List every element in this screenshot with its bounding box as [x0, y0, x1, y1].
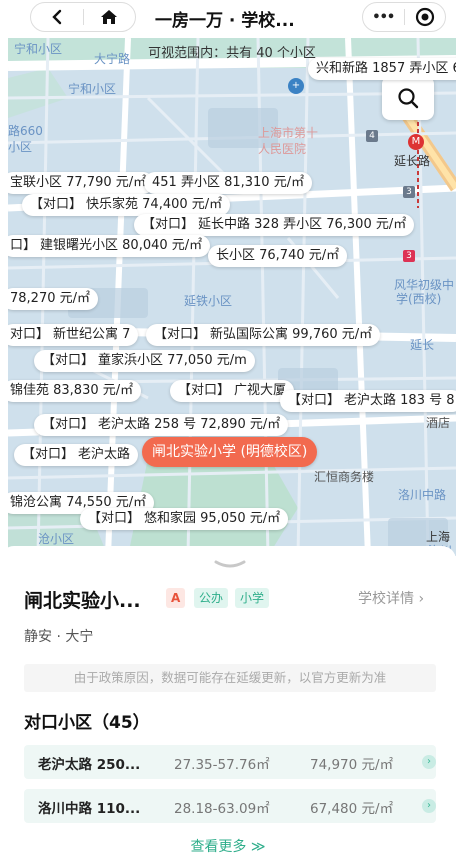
map-text: 酒店	[426, 416, 451, 430]
map-text: 汇恒商务楼	[314, 470, 375, 484]
home-icon	[101, 10, 118, 24]
target-icon	[415, 7, 434, 27]
hospital-icon: +	[288, 78, 304, 94]
close-miniapp-button[interactable]	[405, 3, 446, 31]
map-view[interactable]: 可视范围内：共有 40 个小区 宁和小区 大宁路 宁和小区 路660 小区 上海…	[8, 38, 456, 556]
grade-badge: A	[166, 588, 186, 608]
community-label[interactable]: 【对口】 新弘国际公寓 99,760 元/㎡	[146, 324, 381, 346]
community-label[interactable]: 【对口】 老沪太路 258 号 72,890 元/㎡	[34, 414, 289, 436]
map-text: 宁和小区	[68, 82, 117, 96]
community-label[interactable]: 长小区 76,740 元/㎡	[208, 245, 348, 267]
map-text: 宁和小区	[14, 42, 63, 56]
community-label[interactable]: 【对口】 延长中路 328 弄小区 76,300 元/㎡	[134, 214, 415, 236]
map-text: 延铁小区	[184, 294, 233, 308]
map-text: 学(西校)	[396, 292, 442, 306]
level-badge: 小学	[235, 588, 270, 608]
school-marker[interactable]: 闸北实验小学 (明德校区)	[142, 437, 318, 467]
type-badge: 公办	[194, 588, 229, 608]
community-label[interactable]: 78,270 元/㎡	[8, 288, 98, 310]
map-text: 大宁路	[94, 52, 131, 66]
school-detail-link[interactable]: 学校详情 ›	[358, 588, 424, 608]
chevron-right-icon: ›	[422, 799, 436, 813]
community-label[interactable]: 【对口】 老沪太路	[14, 444, 139, 466]
community-label[interactable]: 兴和新路 1857 弄小区 6	[308, 58, 456, 80]
map-text: 小区	[8, 140, 33, 154]
nav-bar: 一房一万 · 学校... •••	[0, 0, 456, 38]
community-price: 74,970 元/㎡	[310, 757, 394, 773]
more-button[interactable]: •••	[363, 3, 404, 31]
map-text: 上海市第十	[258, 126, 319, 140]
community-label[interactable]: 宝联小区 77,790 元/㎡	[8, 172, 155, 194]
community-name: 老沪太路 250...	[38, 757, 141, 773]
community-label[interactable]: 口】 建银曙光小区 80,040 元/㎡	[8, 235, 211, 257]
community-price: 67,480 元/㎡	[310, 801, 394, 817]
communities-title: 对口小区（45）	[24, 713, 150, 733]
community-label[interactable]: 【对口】 悠和家园 95,050 元/㎡	[80, 508, 289, 530]
community-row[interactable]: 洛川中路 110... 28.18-63.09㎡ 67,480 元/㎡ ›	[24, 789, 436, 823]
poi-badge: 4	[366, 130, 378, 142]
district-text: 静安 · 大宁	[24, 629, 94, 645]
nav-pill	[30, 2, 136, 32]
map-text: 洛川中路	[398, 488, 447, 502]
community-label[interactable]: 【对口】 快乐家苑 74,400 元/㎡	[22, 194, 231, 216]
poi-badge: 3	[403, 250, 415, 262]
community-name: 洛川中路 110...	[38, 801, 141, 817]
poi-badge: 3	[403, 186, 415, 198]
drag-handle-icon[interactable]	[214, 560, 246, 570]
community-row[interactable]: 老沪太路 250... 27.35-57.76㎡ 74,970 元/㎡ ›	[24, 745, 436, 779]
policy-notice: 由于政策原因，数据可能存在延缓更新，以官方更新为准	[24, 664, 436, 692]
map-text: 延长路	[394, 154, 431, 168]
metro-icon: M	[408, 134, 424, 150]
back-icon	[52, 9, 61, 25]
back-button[interactable]	[31, 3, 83, 31]
community-label[interactable]: 【对口】 广视大厦	[170, 380, 295, 402]
map-text: 沧小区	[38, 532, 75, 546]
community-label[interactable]: 【对口】 童家浜小区 77,050 元/m	[34, 350, 255, 372]
chevron-right-icon: ›	[422, 755, 436, 769]
home-button[interactable]	[84, 3, 136, 31]
miniapp-capsule: •••	[362, 2, 446, 32]
community-area: 28.18-63.09㎡	[174, 801, 270, 817]
search-icon	[398, 88, 419, 109]
map-search-button[interactable]	[382, 76, 434, 120]
map-text: 延长	[410, 338, 435, 352]
map-text: 路660	[8, 124, 43, 138]
page-title: 一房一万 · 学校...	[155, 11, 295, 31]
community-area: 27.35-57.76㎡	[174, 757, 270, 773]
school-info-panel: 闸北实验小... A 公办 小学 学校详情 › 静安 · 大宁 由于政策原因，数…	[0, 546, 456, 864]
community-label[interactable]: 对口】 新世纪公寓 7	[8, 324, 139, 346]
community-label[interactable]: 锦佳苑 83,830 元/㎡	[8, 380, 142, 402]
see-more-link[interactable]: 查看更多 ≫	[0, 836, 456, 856]
more-icon: •••	[372, 9, 395, 25]
school-name: 闸北实验小...	[24, 590, 141, 612]
community-label[interactable]: 【对口】 老沪太路 183 号 8	[280, 390, 456, 412]
map-text: 人民医院	[258, 142, 307, 156]
community-label[interactable]: 451 弄小区 81,310 元/㎡	[144, 172, 313, 194]
